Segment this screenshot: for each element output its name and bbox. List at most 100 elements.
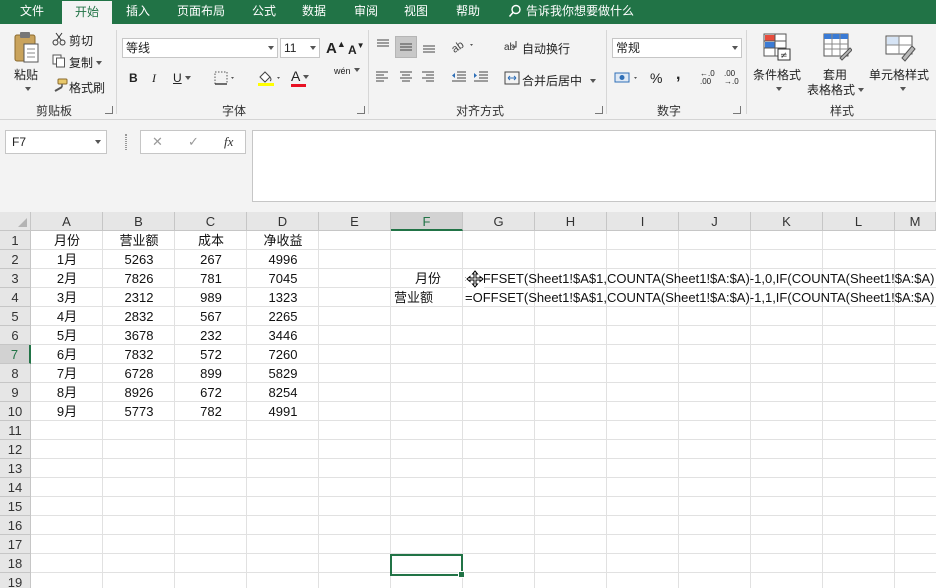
cell-a3[interactable]: 2月: [31, 269, 103, 288]
decrease-indent-icon[interactable]: [450, 70, 468, 87]
active-cell-f7[interactable]: [390, 554, 465, 578]
tab-data[interactable]: 数据: [292, 0, 336, 24]
copy-button[interactable]: 复制: [69, 54, 103, 71]
align-middle-icon[interactable]: [395, 36, 417, 58]
increase-decimal-button[interactable]: ←.0 .00: [700, 70, 722, 86]
name-box[interactable]: F7: [5, 130, 107, 154]
cell-c4[interactable]: 989: [175, 288, 247, 307]
conditional-formatting-button[interactable]: 条件格式: [753, 66, 801, 83]
row-header-2[interactable]: 2: [0, 250, 31, 269]
tab-review[interactable]: 审阅: [344, 0, 388, 24]
confirm-edit-icon[interactable]: ✓: [188, 134, 199, 150]
cell-b8[interactable]: 6728: [103, 364, 175, 383]
shrink-font-button[interactable]: A▼: [348, 41, 365, 57]
cell-b10[interactable]: 5773: [103, 402, 175, 421]
cell-b6[interactable]: 3678: [103, 326, 175, 345]
cell-a2[interactable]: 1月: [31, 250, 103, 269]
cell-b2[interactable]: 5263: [103, 250, 175, 269]
borders-icon[interactable]: [214, 71, 238, 88]
cell-b4[interactable]: 2312: [103, 288, 175, 307]
row-header-18[interactable]: 18: [0, 554, 31, 573]
align-left-icon[interactable]: [374, 70, 390, 87]
cell-d9[interactable]: 8254: [247, 383, 319, 402]
tab-help[interactable]: 帮助: [446, 0, 490, 24]
formula-bar-grip[interactable]: [125, 134, 127, 150]
cell-d6[interactable]: 3446: [247, 326, 319, 345]
number-format-select[interactable]: 常规: [612, 38, 742, 58]
font-color-button[interactable]: A: [291, 68, 310, 84]
tab-home[interactable]: 开始: [62, 0, 112, 25]
bold-button[interactable]: B: [129, 71, 138, 85]
row-header-8[interactable]: 8: [0, 364, 31, 383]
cell-d1[interactable]: 净收益: [247, 231, 319, 250]
tab-page-layout[interactable]: 页面布局: [166, 0, 236, 24]
comma-style-button[interactable]: ,: [676, 66, 680, 84]
column-header-g[interactable]: G: [463, 212, 535, 231]
cell-d10[interactable]: 4991: [247, 402, 319, 421]
column-header-k[interactable]: K: [751, 212, 823, 231]
cell-styles-button[interactable]: 单元格样式: [869, 66, 929, 83]
cell-styles-dropdown-icon[interactable]: [897, 82, 906, 96]
row-header-11[interactable]: 11: [0, 421, 31, 440]
formula-input[interactable]: [252, 130, 936, 202]
cell-f4[interactable]: 营业额: [394, 288, 462, 307]
cell-c6[interactable]: 232: [175, 326, 247, 345]
format-painter-button[interactable]: 格式刷: [69, 79, 105, 96]
grow-font-button[interactable]: A▲: [326, 39, 346, 57]
cell-c8[interactable]: 899: [175, 364, 247, 383]
column-header-e[interactable]: E: [319, 212, 391, 231]
cell-d5[interactable]: 2265: [247, 307, 319, 326]
cell-c9[interactable]: 672: [175, 383, 247, 402]
cell-d8[interactable]: 5829: [247, 364, 319, 383]
cell-d3[interactable]: 7045: [247, 269, 319, 288]
column-header-m[interactable]: M: [895, 212, 936, 231]
cell-g4[interactable]: =OFFSET(Sheet1!$A$1,COUNTA(Sheet1!$A:$A)…: [465, 288, 936, 307]
font-size-select[interactable]: 11: [280, 38, 320, 58]
decrease-decimal-button[interactable]: .00 →.0: [724, 70, 746, 86]
align-top-icon[interactable]: [374, 36, 392, 57]
row-header-17[interactable]: 17: [0, 535, 31, 554]
cell-b9[interactable]: 8926: [103, 383, 175, 402]
row-header-14[interactable]: 14: [0, 478, 31, 497]
align-right-icon[interactable]: [420, 70, 436, 87]
paste-button[interactable]: 粘贴: [14, 66, 38, 83]
row-header-5[interactable]: 5: [0, 307, 31, 326]
tab-formulas[interactable]: 公式: [242, 0, 286, 24]
cell-d7[interactable]: 7260: [247, 345, 319, 364]
row-header-10[interactable]: 10: [0, 402, 31, 421]
tab-view[interactable]: 视图: [394, 0, 438, 24]
wrap-text-button[interactable]: 自动换行: [522, 40, 570, 57]
cell-a5[interactable]: 4月: [31, 307, 103, 326]
insert-function-icon[interactable]: fx: [224, 134, 233, 150]
fill-color-icon[interactable]: [256, 69, 284, 90]
cell-d4[interactable]: 1323: [247, 288, 319, 307]
row-header-7[interactable]: 7: [0, 345, 31, 364]
tab-insert[interactable]: 插入: [116, 0, 160, 24]
cell-f3[interactable]: 月份: [391, 269, 441, 288]
column-header-h[interactable]: H: [535, 212, 607, 231]
cell-a9[interactable]: 8月: [31, 383, 103, 402]
phonetic-guide-button[interactable]: wén: [334, 66, 360, 76]
column-header-l[interactable]: L: [823, 212, 895, 231]
column-header-c[interactable]: C: [175, 212, 247, 231]
cell-a6[interactable]: 5月: [31, 326, 103, 345]
row-header-1[interactable]: 1: [0, 231, 31, 250]
clipboard-launcher-icon[interactable]: [105, 106, 113, 114]
align-center-icon[interactable]: [398, 70, 414, 87]
cell-c1[interactable]: 成本: [175, 231, 247, 250]
column-header-d[interactable]: D: [247, 212, 319, 231]
format-as-table-button[interactable]: 表格格式: [807, 81, 865, 98]
select-all-button[interactable]: [0, 212, 31, 231]
column-header-a[interactable]: A: [31, 212, 103, 231]
cell-c7[interactable]: 572: [175, 345, 247, 364]
cell-c10[interactable]: 782: [175, 402, 247, 421]
row-header-15[interactable]: 15: [0, 497, 31, 516]
font-launcher-icon[interactable]: [357, 106, 365, 114]
italic-button[interactable]: I: [152, 71, 156, 86]
tell-me-search[interactable]: 告诉我你想要做什么: [508, 0, 634, 24]
tab-file[interactable]: 文件: [8, 0, 56, 24]
row-header-16[interactable]: 16: [0, 516, 31, 535]
percent-style-button[interactable]: %: [650, 70, 662, 86]
cut-button[interactable]: 剪切: [69, 32, 93, 49]
column-header-i[interactable]: I: [607, 212, 679, 231]
